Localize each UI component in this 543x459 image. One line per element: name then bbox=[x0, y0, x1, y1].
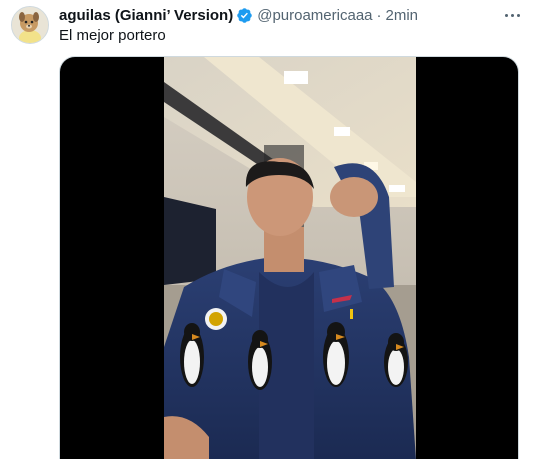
tweet-text: El mejor portero bbox=[59, 27, 166, 44]
tweet-video[interactable] bbox=[59, 56, 519, 459]
author-name[interactable]: aguilas (Gianni’ Version) bbox=[59, 7, 233, 24]
separator-dot: · bbox=[376, 6, 382, 24]
author-avatar[interactable] bbox=[11, 6, 49, 44]
verified-badge-icon bbox=[237, 7, 252, 23]
avatar-image bbox=[12, 7, 48, 43]
more-options-icon[interactable] bbox=[501, 6, 523, 24]
tweet-header: aguilas (Gianni’ Version) @puroamericaaa… bbox=[59, 5, 513, 25]
video-frame bbox=[164, 57, 416, 459]
author-handle[interactable]: @puroamericaaa bbox=[257, 7, 372, 24]
tweet-timestamp[interactable]: 2min bbox=[386, 7, 419, 24]
video-still-image bbox=[164, 57, 416, 459]
tweet: aguilas (Gianni’ Version) @puroamericaaa… bbox=[0, 0, 543, 459]
